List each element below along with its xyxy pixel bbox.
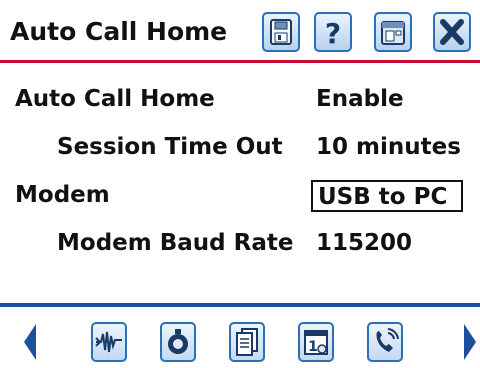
waveform-button[interactable] [91,322,127,362]
phone-icon [376,328,399,352]
waveform-icon [95,331,122,353]
svg-text:?: ? [325,17,341,50]
documents-icon [236,328,258,356]
session-time-out-value[interactable]: 10 minutes [316,134,461,160]
home-button[interactable] [374,12,412,52]
modem-baud-rate-value[interactable]: 115200 [316,230,412,256]
save-icon [270,19,292,45]
header-bar: Auto Call Home ? [0,0,480,62]
header-divider [0,60,480,63]
modem-baud-rate-label: Modem Baud Rate [57,230,294,256]
phone-button[interactable] [367,322,403,362]
left-arrow-icon[interactable] [22,320,38,364]
help-button[interactable]: ? [314,12,352,52]
page-title: Auto Call Home [10,17,228,46]
modem-value: USB to PC [318,184,448,210]
close-icon [440,19,464,45]
help-icon: ? [325,17,341,50]
svg-text:1: 1 [308,339,318,355]
meter-icon [168,329,188,354]
modem-select[interactable]: USB to PC [311,180,463,212]
meter-button[interactable] [160,322,196,362]
calendar-button[interactable]: 1 [298,322,334,362]
home-icon [381,21,405,45]
close-button[interactable] [433,12,471,52]
session-time-out-label: Session Time Out [57,134,283,160]
documents-button[interactable] [229,322,265,362]
right-arrow-icon[interactable] [462,320,478,364]
save-button[interactable] [262,12,300,52]
modem-label: Modem [15,182,110,208]
calendar-icon: 1 [304,330,328,355]
auto-call-home-value[interactable]: Enable [316,86,404,112]
auto-call-home-label: Auto Call Home [15,86,215,112]
